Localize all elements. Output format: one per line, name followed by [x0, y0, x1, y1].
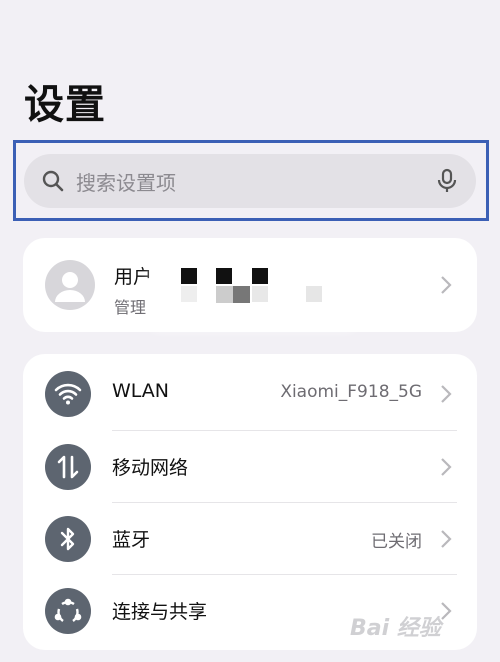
settings-item-label: 连接与共享 [112, 601, 208, 623]
chevron-right-icon [439, 457, 453, 477]
search-input[interactable]: 搜索设置项 [76, 167, 434, 196]
share-icon [45, 588, 91, 634]
settings-item-wlan[interactable]: WLAN Xiaomi_F918_5G [23, 358, 477, 430]
privacy-pixel [252, 286, 268, 302]
settings-card: WLAN Xiaomi_F918_5G 移动网络 蓝牙 已关闭 连接与共享 [23, 354, 477, 650]
settings-item-label: WLAN [112, 380, 170, 402]
account-subtitle: 管理 [114, 298, 147, 317]
chevron-right-icon [439, 384, 453, 404]
account-card[interactable]: 用户 管理 [23, 238, 477, 332]
page-title: 设置 [24, 82, 106, 128]
account-name: 用户 [114, 266, 153, 288]
chevron-right-icon [439, 529, 453, 549]
privacy-pixel [233, 286, 250, 303]
wifi-icon [45, 371, 91, 417]
settings-item-value: Xiaomi_F918_5G [280, 382, 422, 402]
search-icon [40, 168, 66, 194]
settings-item-label: 移动网络 [112, 457, 189, 479]
bluetooth-icon [45, 516, 91, 562]
microphone-icon[interactable] [434, 168, 460, 194]
settings-item-mobile-network[interactable]: 移动网络 [23, 431, 477, 503]
privacy-pixel [216, 268, 232, 284]
user-avatar-icon [45, 260, 95, 310]
settings-item-bluetooth[interactable]: 蓝牙 已关闭 [23, 503, 477, 575]
mobile-data-icon [45, 444, 91, 490]
settings-item-value: 已关闭 [371, 532, 422, 552]
settings-item-label: 蓝牙 [112, 529, 151, 551]
privacy-pixel [252, 268, 268, 284]
chevron-right-icon [439, 275, 453, 295]
watermark: Bai 经验 [350, 616, 441, 641]
chevron-right-icon [439, 601, 453, 621]
privacy-pixel [306, 286, 322, 302]
privacy-pixel [181, 286, 197, 302]
search-bar[interactable]: 搜索设置项 [24, 154, 476, 208]
privacy-pixel [181, 268, 197, 284]
privacy-pixel [216, 286, 233, 303]
